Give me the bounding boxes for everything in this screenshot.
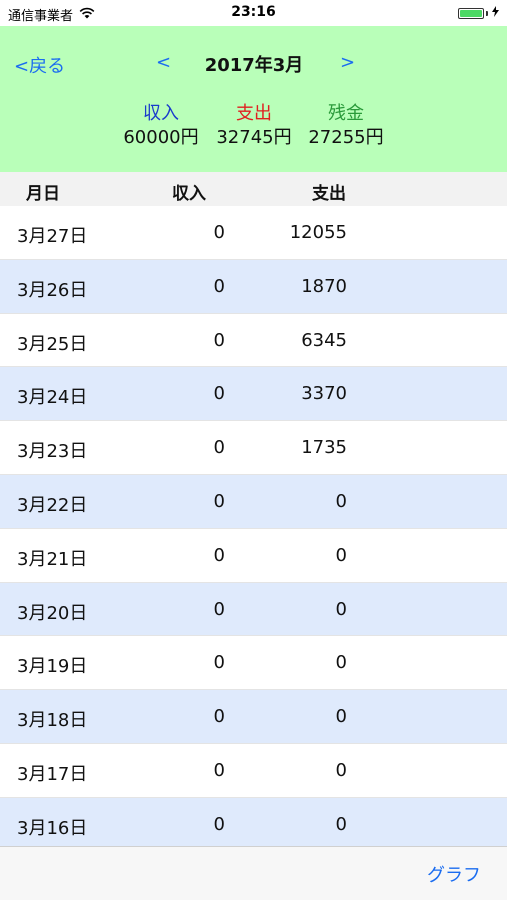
column-header-income: 収入 [172,184,206,204]
month-title: 2017年3月 [204,55,304,76]
table-row[interactable]: 3月22日 0 0 [0,474,507,529]
table-row[interactable]: 3月19日 0 0 [0,636,507,691]
column-header-expense: 支出 [312,184,346,204]
status-time: 23:16 [231,4,276,20]
table-row[interactable]: 3月17日 0 0 [0,744,507,798]
row-income: 0 [213,759,225,781]
row-date: 3月23日 [17,441,88,463]
row-income: 0 [213,437,225,459]
row-expense: 12055 [289,222,347,243]
prev-month-button[interactable]: < [156,52,171,73]
row-expense: 0 [335,490,347,512]
row-income: 0 [213,490,225,512]
battery-fill [460,9,482,17]
table-row[interactable]: 3月27日 0 12055 [0,206,507,260]
row-income: 0 [213,652,225,674]
balance-summary: 残金 27255円 [301,102,391,150]
daily-list[interactable]: 3月27日 0 12055 3月26日 0 1870 3月25日 0 6345 … [0,206,507,846]
next-month-button[interactable]: > [340,52,355,73]
row-expense: 0 [335,652,347,674]
table-row[interactable]: 3月18日 0 0 [0,690,507,744]
row-expense: 3370 [301,383,347,405]
status-bar: 通信事業者 23:16 [0,0,507,26]
expense-label: 支出 [236,103,272,124]
row-date: 3月22日 [17,494,88,516]
month-header: <戻る < 2017年3月 > 収入 60000円 支出 32745円 残金 2… [0,26,507,172]
balance-total: 27255円 [308,127,384,148]
row-income: 0 [213,275,225,297]
bottom-toolbar: グラフ [0,846,507,900]
column-header-date: 月日 [26,184,60,204]
row-date: 3月16日 [17,817,88,839]
table-row[interactable]: 3月25日 0 6345 [0,314,507,368]
row-date: 3月25日 [17,333,88,355]
nav-row: <戻る < 2017年3月 > [0,50,507,80]
battery-icon [458,7,484,19]
table-row[interactable]: 3月24日 0 3370 [0,367,507,422]
row-expense: 0 [335,813,347,835]
battery-cap [486,10,488,16]
table-row[interactable]: 3月23日 0 1735 [0,421,507,475]
row-date: 3月26日 [17,279,88,301]
app-screen: 通信事業者 23:16 <戻る < 2017年3月 > 収入 60000円 支出… [0,0,507,900]
balance-label: 残金 [328,103,364,124]
row-expense: 0 [335,706,347,728]
table-row[interactable]: 3月26日 0 1870 [0,259,507,314]
table-header: 月日 収入 支出 [0,172,507,206]
table-row[interactable]: 3月21日 0 0 [0,529,507,583]
row-income: 0 [213,598,225,620]
charging-bolt-icon [492,6,499,20]
income-label: 収入 [143,103,179,124]
row-date: 3月21日 [17,548,88,570]
row-expense: 0 [335,544,347,566]
row-income: 0 [213,706,225,728]
expense-summary: 支出 32745円 [209,102,299,150]
row-expense: 1735 [301,437,347,459]
row-income: 0 [213,329,225,351]
table-row[interactable]: 3月20日 0 0 [0,582,507,637]
income-summary: 収入 60000円 [116,102,206,150]
row-date: 3月24日 [17,387,88,409]
battery-group [458,6,499,20]
row-date: 3月19日 [17,656,88,678]
row-expense: 0 [335,598,347,620]
row-date: 3月17日 [17,763,88,785]
row-income: 0 [213,383,225,405]
back-button[interactable]: <戻る [14,52,65,78]
row-expense: 6345 [301,329,347,351]
row-date: 3月27日 [17,226,88,247]
row-income: 0 [213,813,225,835]
row-date: 3月18日 [17,710,88,732]
graph-button[interactable]: グラフ [427,861,481,887]
row-income: 0 [213,544,225,566]
row-expense: 0 [335,759,347,781]
income-total: 60000円 [123,127,199,148]
row-expense: 1870 [301,275,347,297]
row-income: 0 [213,222,225,243]
expense-total: 32745円 [216,127,292,148]
table-row[interactable]: 3月16日 0 0 [0,797,507,846]
row-date: 3月20日 [17,602,88,624]
